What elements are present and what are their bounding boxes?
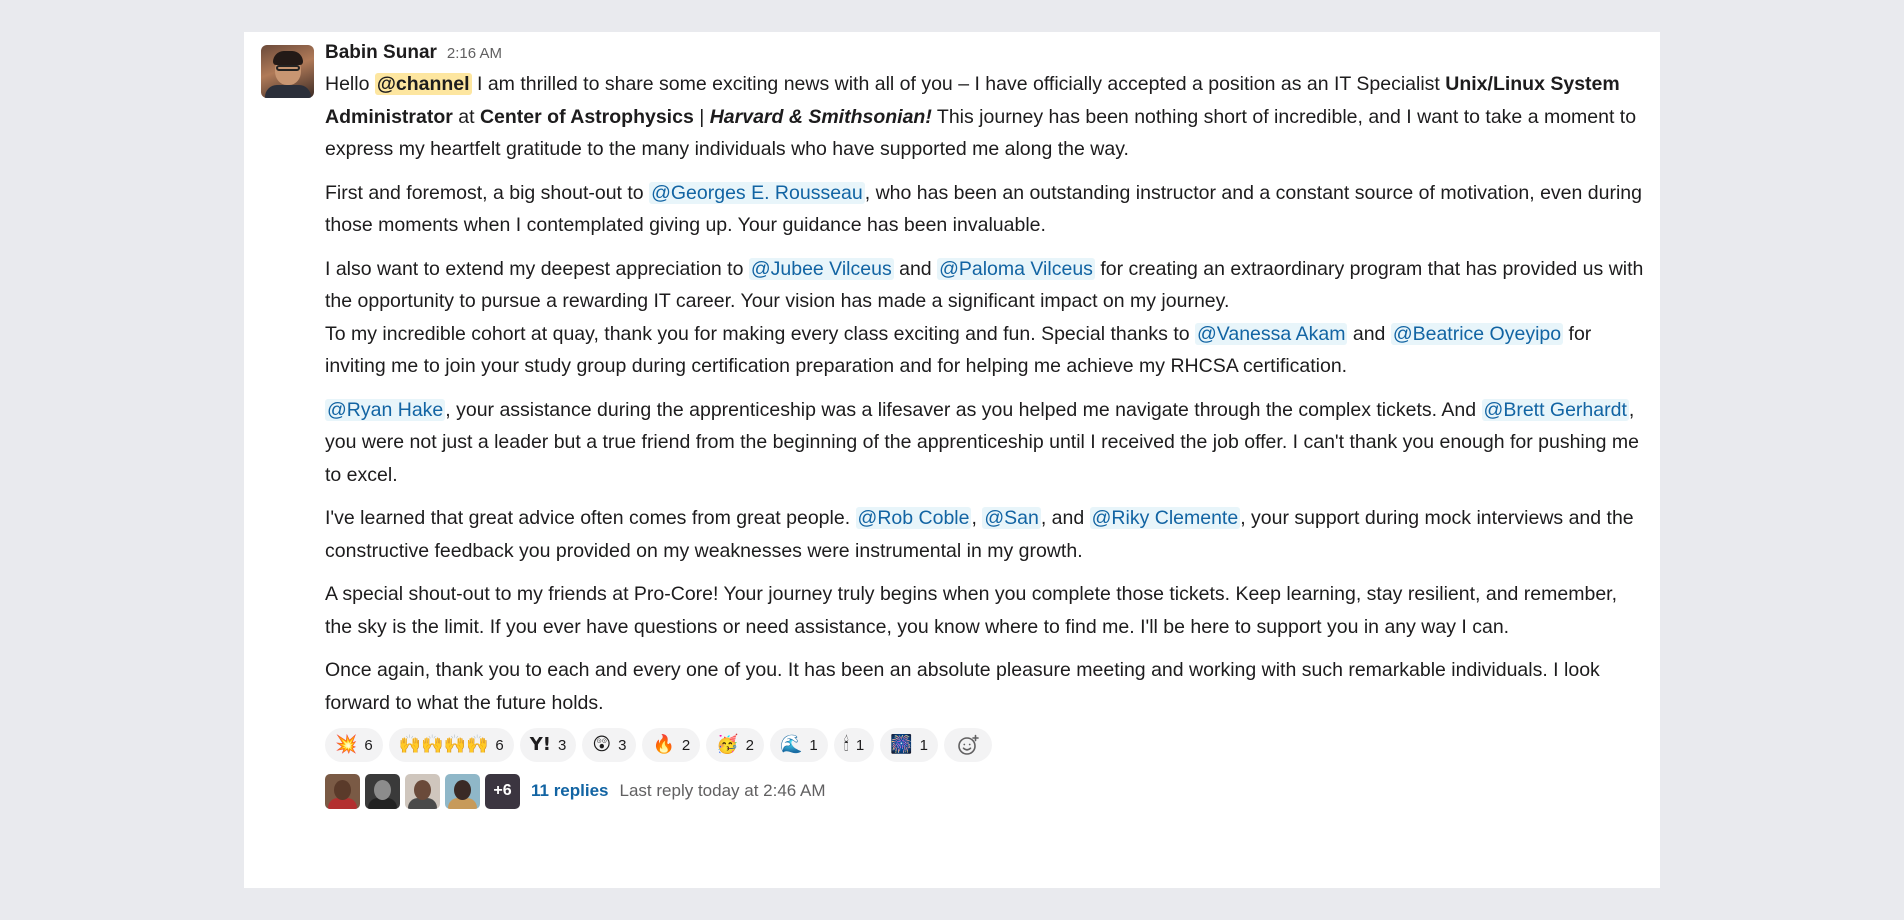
paragraph-8: Once again, thank you to each and every …: [325, 659, 1600, 714]
text: at: [452, 105, 480, 128]
reaction-fire[interactable]: 🔥 2: [642, 728, 701, 762]
user-mention[interactable]: @Rob Coble: [855, 507, 972, 529]
text: Hello: [325, 73, 375, 95]
add-emoji-icon: [958, 734, 979, 755]
user-mention[interactable]: @Riky Clemente: [1089, 507, 1241, 529]
avatar: [365, 773, 400, 809]
reaction-count: 3: [558, 736, 567, 754]
thread-summary[interactable]: +6 11 replies Last reply today at 2:46 A…: [325, 773, 1645, 809]
text: First and foremost, a big shout-out to: [325, 181, 650, 204]
author-name[interactable]: Babin Sunar: [325, 42, 437, 64]
user-mention[interactable]: @Vanessa Akam: [1195, 322, 1348, 345]
candle-emoji-icon: 🕯: [843, 734, 849, 755]
add-reaction-button[interactable]: [944, 728, 992, 762]
paragraph-5: @Ryan Hake, your assistance during the a…: [325, 394, 1645, 492]
avatar[interactable]: [261, 45, 314, 98]
reaction-count: 1: [855, 736, 865, 754]
reaction-party[interactable]: 🥳 2: [706, 728, 764, 762]
paragraph-6: I've learned that great advice often com…: [325, 502, 1645, 567]
more-repliers-badge: +6: [485, 773, 520, 809]
fire-emoji-icon: 🔥: [652, 734, 675, 755]
reaction-wave[interactable]: 🌊 1: [770, 728, 828, 762]
text: and: [893, 257, 938, 280]
reaction-count: 2: [681, 736, 691, 754]
text: To my incredible cohort at quay, thank y…: [325, 322, 1196, 345]
paragraph-2: First and foremost, a big shout-out to @…: [325, 177, 1645, 242]
party-face-emoji-icon: 🥳: [716, 734, 739, 755]
collision-emoji-icon: 💥: [335, 734, 358, 755]
reaction-astonished[interactable]: 😲 3: [582, 728, 637, 762]
wave-emoji-icon: 🌊: [780, 734, 803, 755]
employer-affiliation: Harvard & Smithsonian!: [709, 105, 932, 128]
yahoo-emoji-icon: Y!: [529, 734, 552, 755]
raised-hands-emoji-icon: 🙌🙌🙌🙌: [398, 734, 489, 755]
text: , your assistance during the apprentices…: [445, 398, 1482, 421]
reaction-fireworks[interactable]: 🎆 1: [880, 728, 938, 762]
reaction-count: 6: [364, 736, 373, 754]
text: |: [693, 105, 710, 128]
paragraph-4: To my incredible cohort at quay, thank y…: [325, 318, 1645, 383]
astonished-emoji-icon: 😲: [592, 734, 612, 755]
reaction-count: 6: [495, 736, 504, 754]
timestamp[interactable]: 2:16 AM: [447, 45, 502, 62]
reaction-collision[interactable]: 💥 6: [325, 728, 383, 762]
text: ,: [971, 507, 983, 529]
reaction-raised-hands[interactable]: 🙌🙌🙌🙌 6: [388, 728, 514, 762]
reply-avatars: +6: [325, 773, 520, 809]
text: , and: [1040, 507, 1090, 529]
paragraph-7: A special shout-out to my friends at Pro…: [325, 583, 1618, 638]
reactions-bar: 💥 6 🙌🙌🙌🙌 6 Y! 3 😲 3 🔥 2 🥳 2 🌊 1 🕯 1 🎆 1: [325, 727, 1645, 763]
text: I also want to extend my deepest appreci…: [325, 257, 749, 280]
reaction-yahoo[interactable]: Y! 3: [519, 728, 577, 762]
message-card: Babin Sunar 2:16 AM Hello @channel I am …: [244, 32, 1660, 888]
reaction-candle[interactable]: 🕯 1: [833, 728, 875, 762]
reaction-count: 2: [745, 736, 754, 754]
text: I've learned that great advice often com…: [325, 507, 856, 529]
text: I am thrilled to share some exciting new…: [471, 73, 1446, 95]
employer: Center of Astrophysics: [479, 105, 694, 128]
avatar: [445, 773, 480, 809]
text: and: [1347, 322, 1391, 345]
message-content: Babin Sunar 2:16 AM Hello @channel I am …: [325, 42, 1645, 809]
paragraph-3: I also want to extend my deepest appreci…: [325, 253, 1645, 318]
replies-link[interactable]: 11 replies: [531, 781, 609, 801]
user-mention[interactable]: @San: [982, 507, 1041, 529]
message-header: Babin Sunar 2:16 AM: [325, 42, 1645, 68]
avatar: [325, 773, 360, 809]
reaction-count: 1: [809, 736, 818, 754]
user-mention[interactable]: @Ryan Hake: [325, 398, 446, 421]
fireworks-emoji-icon: 🎆: [890, 734, 913, 755]
avatar: [405, 773, 440, 809]
user-mention[interactable]: @Brett Gerhardt: [1481, 398, 1629, 421]
user-mention[interactable]: @Paloma Vilceus: [937, 257, 1095, 280]
user-mention[interactable]: @Beatrice Oyeyipo: [1390, 322, 1564, 345]
user-mention[interactable]: @Jubee Vilceus: [748, 257, 894, 280]
reaction-count: 3: [618, 736, 627, 754]
user-mention[interactable]: @Georges E. Rousseau: [649, 181, 865, 204]
last-reply-text: Last reply today at 2:46 AM: [619, 781, 826, 800]
channel-mention[interactable]: @channel: [374, 73, 472, 95]
paragraph-1: Hello @channel I am thrilled to share so…: [325, 68, 1645, 166]
reaction-count: 1: [919, 736, 928, 754]
